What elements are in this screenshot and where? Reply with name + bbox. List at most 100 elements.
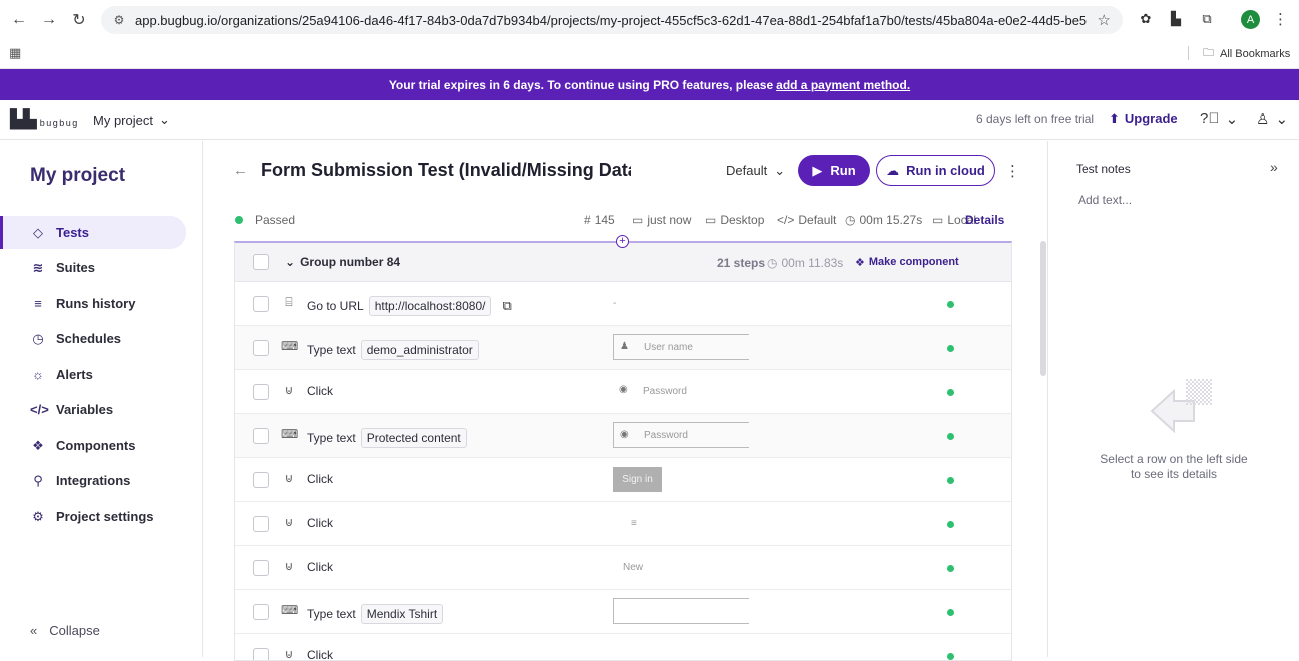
laptop-icon: ▭ xyxy=(932,213,944,227)
run-in-cloud-button[interactable]: ☁ Run in cloud xyxy=(876,155,995,186)
step-checkbox[interactable] xyxy=(253,604,269,620)
details-link[interactable]: Details xyxy=(965,213,1004,227)
step-checkbox[interactable] xyxy=(253,516,269,532)
apps-grid-icon[interactable]: ▦ xyxy=(9,45,21,61)
make-component-button[interactable]: ❖ Make component xyxy=(855,256,959,269)
sidebar-item-variables[interactable]: </> Variables xyxy=(0,393,186,426)
add-payment-link[interactable]: add a payment method. xyxy=(776,78,910,92)
extension-icon[interactable]: ✿ xyxy=(1136,9,1156,29)
sidebar-item-components[interactable]: ❖ Components xyxy=(0,429,186,462)
extensions-puzzle-icon[interactable]: ⧉ xyxy=(1197,9,1217,29)
sidebar-item-label: Suites xyxy=(56,260,96,275)
table-row[interactable]: ⌨ Type text demo_administrator ♟ User na… xyxy=(235,326,1011,370)
code-icon: </> xyxy=(30,402,49,417)
test-title[interactable]: Form Submission Test (Invalid/Missing Da… xyxy=(261,160,631,181)
back-arrow-icon[interactable]: ← xyxy=(233,162,248,179)
mouse-icon: ⊍ xyxy=(284,647,294,661)
bookmark-star-icon[interactable]: ☆ xyxy=(1098,11,1111,29)
group-name-label: Group number 84 xyxy=(300,255,401,269)
eye-icon: ◉ xyxy=(619,384,628,395)
step-preview-text: - xyxy=(613,297,617,309)
step-checkbox[interactable] xyxy=(253,648,269,660)
site-info-icon[interactable]: ⚙ xyxy=(111,12,127,28)
table-row[interactable]: ⊍ Click Sign in xyxy=(235,458,1011,502)
browser-chrome: ← → ↻ ⚙ app.bugbug.io/organizations/25a9… xyxy=(0,0,1299,69)
chevron-down-icon: ⌄ xyxy=(1275,111,1289,128)
step-preview: - xyxy=(613,290,616,316)
run-profile: </> Default xyxy=(777,213,836,227)
step-checkbox[interactable] xyxy=(253,560,269,576)
table-row[interactable]: ⌸ Go to URL http://localhost:8080/ ⧉ - xyxy=(235,282,1011,326)
forward-icon[interactable]: → xyxy=(34,5,64,35)
step-checkbox[interactable] xyxy=(253,472,269,488)
more-options-icon[interactable]: ⋮ xyxy=(1005,162,1020,180)
add-step-plus-icon[interactable]: + xyxy=(616,235,629,248)
profile-avatar[interactable]: A xyxy=(1241,10,1260,29)
hash-icon: # xyxy=(584,213,591,227)
steps-scrollbar[interactable] xyxy=(1040,241,1046,376)
sidebar-item-label: Schedules xyxy=(56,331,122,346)
table-row[interactable]: ⌨ Type text Protected content ◉ Password xyxy=(235,414,1011,458)
table-row[interactable]: ⊍ Click ◉ Password xyxy=(235,370,1011,414)
sidebar-item-label: Integrations xyxy=(56,473,131,488)
run-button[interactable]: ▶ Run xyxy=(798,155,870,186)
chrome-menu-icon[interactable]: ⋮ xyxy=(1273,10,1288,28)
bugbug-logo[interactable]: ▙▙ bugbug xyxy=(10,109,79,130)
keyboard-icon: ⌨ xyxy=(281,603,299,617)
group-duration: ◷ 00m 11.83s xyxy=(767,256,843,270)
group-checkbox[interactable] xyxy=(253,254,269,270)
history-icon: ◷ xyxy=(32,330,44,346)
external-link-icon[interactable]: ⧉ xyxy=(502,298,511,314)
group-duration-value: 00m 11.83s xyxy=(781,256,844,270)
sidebar-item-suites[interactable]: ≋ Suites xyxy=(0,251,186,284)
step-checkbox[interactable] xyxy=(253,384,269,400)
components-icon: ❖ xyxy=(32,437,44,453)
add-text-input[interactable]: Add text... xyxy=(1078,193,1132,207)
collapse-panel-icon[interactable]: » xyxy=(1270,159,1278,175)
preview-field: ◉ Password xyxy=(613,378,749,404)
step-action: Type text demo_administrator xyxy=(307,340,479,360)
sidebar-item-tests[interactable]: ◇ Tests xyxy=(0,216,186,249)
sidebar-item-runs-history[interactable]: ≡ Runs history xyxy=(0,287,186,320)
project-switcher[interactable]: My project ⌄ xyxy=(93,112,170,128)
bugbug-extension-icon[interactable]: ▙ xyxy=(1166,9,1186,29)
group-name[interactable]: ⌄ Group number 84 xyxy=(285,255,400,269)
address-bar[interactable]: ⚙ app.bugbug.io/organizations/25a94106-d… xyxy=(101,6,1123,34)
preview-input: ♟ User name xyxy=(613,334,749,360)
step-passed-dot xyxy=(947,521,954,528)
reload-icon[interactable]: ↻ xyxy=(64,5,94,35)
url-text[interactable]: app.bugbug.io/organizations/25a94106-da4… xyxy=(135,13,1087,28)
step-action-label: Type text xyxy=(307,343,356,357)
user-menu[interactable]: ♙ ⌄ xyxy=(1256,110,1288,128)
all-bookmarks[interactable]: 🗀 All Bookmarks xyxy=(1203,44,1290,63)
step-action: Type text Mendix Tshirt xyxy=(307,604,444,624)
preview-input xyxy=(613,598,749,624)
test-notes-title: Test notes xyxy=(1076,162,1131,176)
step-passed-dot xyxy=(947,477,954,484)
profile-select[interactable]: Default ⌄ xyxy=(726,163,785,179)
keyboard-icon: ⌨ xyxy=(281,339,299,353)
step-preview: New xyxy=(613,554,643,580)
step-checkbox[interactable] xyxy=(253,296,269,312)
sidebar-item-schedules[interactable]: ◷ Schedules xyxy=(0,322,186,355)
table-row[interactable]: ⊍ Click ≡ xyxy=(235,502,1011,546)
back-icon[interactable]: ← xyxy=(4,5,34,35)
upgrade-button[interactable]: ⬆ Upgrade xyxy=(1109,111,1178,127)
cloud-upload-icon: ☁ xyxy=(886,162,900,178)
table-row[interactable]: ⊍ Click New xyxy=(235,546,1011,590)
sidebar-item-integrations[interactable]: ⚲ Integrations xyxy=(0,464,186,497)
group-row[interactable]: ⌄ Group number 84 21 steps ◷ 00m 11.83s … xyxy=(235,243,1011,282)
sidebar-item-label: Runs history xyxy=(56,296,136,311)
run-label: Run xyxy=(830,163,856,178)
upgrade-icon: ⬆ xyxy=(1109,111,1120,126)
collapse-button[interactable]: « Collapse xyxy=(30,623,100,638)
step-checkbox[interactable] xyxy=(253,340,269,356)
integrations-icon: ⚲ xyxy=(33,472,43,488)
step-preview-text: New xyxy=(623,561,644,573)
sidebar-item-alerts[interactable]: ☼ Alerts xyxy=(0,358,186,391)
help-menu[interactable]: ?⃝ ⌄ xyxy=(1200,110,1238,128)
code-icon: </> xyxy=(777,213,795,227)
step-checkbox[interactable] xyxy=(253,428,269,444)
sidebar-item-project-settings[interactable]: ⚙ Project settings xyxy=(0,500,186,533)
table-row[interactable]: ⌨ Type text Mendix Tshirt xyxy=(235,590,1011,634)
